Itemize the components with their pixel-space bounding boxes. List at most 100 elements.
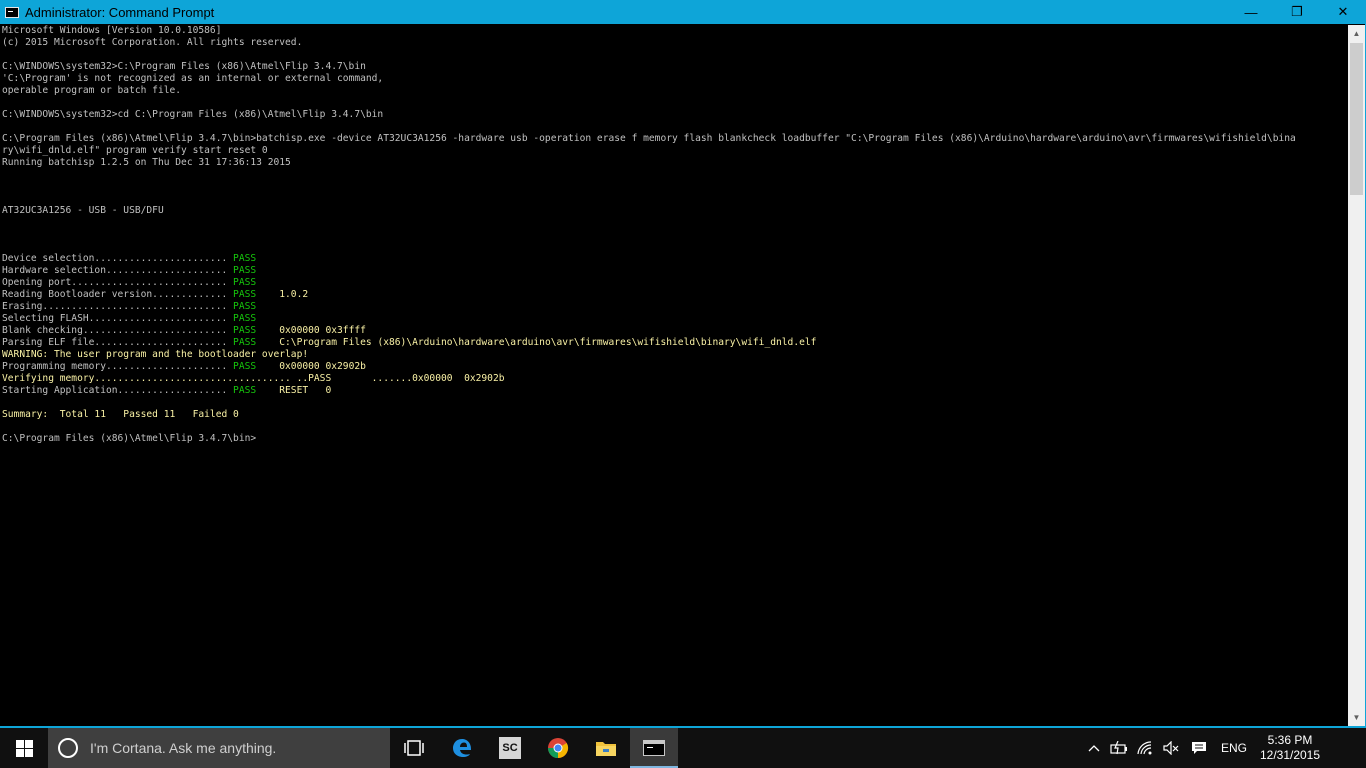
window-title: Administrator: Command Prompt — [25, 4, 215, 20]
console-text: WARNING: The user program and the bootlo… — [2, 349, 309, 360]
console-text: operable program or batch file. — [2, 85, 182, 96]
action-center-button[interactable] — [1326, 728, 1366, 768]
chrome-button[interactable] — [534, 728, 582, 768]
console-line: Device selection....................... … — [1, 253, 1347, 265]
console-line: C:\WINDOWS\system32>C:\Program Files (x8… — [1, 61, 1347, 73]
console-line: Selecting FLASH........................ … — [1, 313, 1347, 325]
console-line: Hardware selection..................... … — [1, 265, 1347, 277]
console-text: Device selection....................... — [2, 253, 234, 264]
console-line: (c) 2015 Microsoft Corporation. All righ… — [1, 37, 1347, 49]
console-line: Starting Application................... … — [1, 385, 1347, 397]
task-view-button[interactable] — [390, 728, 438, 768]
console-text: 'C:\Program' is not recognized as an int… — [2, 73, 384, 84]
windows-logo-icon — [15, 739, 33, 757]
chevron-up-icon — [1088, 745, 1100, 752]
scroll-down-arrow-icon[interactable]: ▼ — [1348, 709, 1365, 726]
console-text: Blank checking......................... — [2, 325, 234, 336]
console-text: Reading Bootloader version............. — [2, 289, 234, 300]
console-line: Erasing................................ … — [1, 301, 1347, 313]
close-button[interactable]: ✕ — [1320, 0, 1366, 24]
console-line: Running batchisp 1.2.5 on Thu Dec 31 17:… — [1, 157, 1347, 169]
volume-button[interactable] — [1158, 728, 1184, 768]
console-text: Microsoft Windows [Version 10.0.10586] — [2, 25, 222, 36]
console-text: 1.0.2 — [256, 289, 309, 300]
sc-app-icon: SC — [499, 737, 521, 759]
console-text: Summary: Total 11 Passed 11 Failed 0 — [2, 409, 239, 420]
title-bar[interactable]: Administrator: Command Prompt — ❐ ✕ — [0, 0, 1366, 24]
start-button[interactable] — [0, 728, 48, 768]
console-line: Summary: Total 11 Passed 11 Failed 0 — [1, 409, 1347, 421]
notification-message-button[interactable] — [1184, 728, 1214, 768]
console-text: Erasing................................ — [2, 301, 234, 312]
task-view-icon — [404, 740, 424, 756]
console-text: PASS — [233, 337, 257, 348]
restore-button[interactable]: ❐ — [1274, 0, 1320, 24]
network-button[interactable] — [1132, 728, 1158, 768]
command-prompt-taskbar-button[interactable] — [630, 728, 678, 768]
clock-date: 12/31/2015 — [1259, 748, 1321, 762]
console-text: Programming memory..................... — [2, 361, 234, 372]
cortana-icon — [58, 738, 78, 758]
minimize-button[interactable]: — — [1228, 0, 1274, 24]
vertical-scrollbar[interactable]: ▲ ▼ — [1348, 25, 1365, 726]
console-line: operable program or batch file. — [1, 85, 1347, 97]
console-line: Verifying memory........................… — [1, 373, 1347, 385]
show-hidden-icons-button[interactable] — [1082, 728, 1106, 768]
scrollbar-thumb[interactable] — [1350, 43, 1363, 195]
console-line: C:\WINDOWS\system32>cd C:\Program Files … — [1, 109, 1347, 121]
command-prompt-icon — [5, 6, 19, 18]
console-text: PASS — [233, 385, 257, 396]
console-line: Opening port........................... … — [1, 277, 1347, 289]
battery-charging-icon — [1110, 741, 1127, 755]
console-text: C:\Program Files (x86)\Atmel\Flip 3.4.7\… — [2, 133, 1296, 144]
console-line: Parsing ELF file....................... … — [1, 337, 1347, 349]
console-line: 'C:\Program' is not recognized as an int… — [1, 73, 1347, 85]
console-text: ry\wifi_dnld.elf" program verify start r… — [2, 145, 268, 156]
console-text: Hardware selection..................... — [2, 265, 234, 276]
input-language-button[interactable]: ENG — [1214, 728, 1254, 768]
edge-button[interactable] — [438, 728, 486, 768]
console-text: 0x00000 0x2902b — [256, 361, 366, 372]
console-line: C:\Program Files (x86)\Atmel\Flip 3.4.7\… — [1, 133, 1347, 145]
console-text: (c) 2015 Microsoft Corporation. All righ… — [2, 37, 303, 48]
console-text: PASS — [233, 277, 257, 288]
console-text: C:\WINDOWS\system32>C:\Program Files (x8… — [2, 61, 366, 72]
file-explorer-icon — [596, 742, 616, 756]
console-text: PASS — [233, 313, 257, 324]
cortana-search-box[interactable]: I'm Cortana. Ask me anything. — [48, 728, 390, 768]
console-text: PASS — [233, 289, 257, 300]
console-text: Parsing ELF file....................... — [2, 337, 234, 348]
battery-button[interactable] — [1106, 728, 1132, 768]
console-line: Programming memory..................... … — [1, 361, 1347, 373]
console-text: Running batchisp 1.2.5 on Thu Dec 31 17:… — [2, 157, 291, 168]
console-text: Starting Application................... — [2, 385, 234, 396]
taskbar: I'm Cortana. Ask me anything. SC ENG 5:3… — [0, 728, 1366, 768]
console-text: PASS — [233, 253, 257, 264]
console-output[interactable]: Microsoft Windows [Version 10.0.10586] (c… — [1, 25, 1347, 725]
console-text: 0x00000 0x3ffff — [256, 325, 366, 336]
file-explorer-button[interactable] — [582, 728, 630, 768]
console-text: C:\WINDOWS\system32>cd C:\Program Files … — [2, 109, 384, 120]
clock[interactable]: 5:36 PM 12/31/2015 — [1254, 728, 1326, 768]
console-line: WARNING: The user program and the bootlo… — [1, 349, 1347, 361]
volume-muted-icon — [1163, 741, 1179, 755]
console-text: PASS — [233, 361, 257, 372]
clock-time: 5:36 PM — [1267, 733, 1313, 747]
scroll-up-arrow-icon[interactable]: ▲ — [1348, 25, 1365, 42]
sc-app-button[interactable]: SC — [486, 728, 534, 768]
console-text: AT32UC3A1256 - USB - USB/DFU — [2, 205, 164, 216]
search-placeholder: I'm Cortana. Ask me anything. — [90, 740, 277, 756]
chrome-icon — [547, 738, 569, 759]
console-text: RESET 0 — [256, 385, 332, 396]
console-text: Verifying memory........................… — [2, 373, 505, 384]
console-text: PASS — [233, 301, 257, 312]
